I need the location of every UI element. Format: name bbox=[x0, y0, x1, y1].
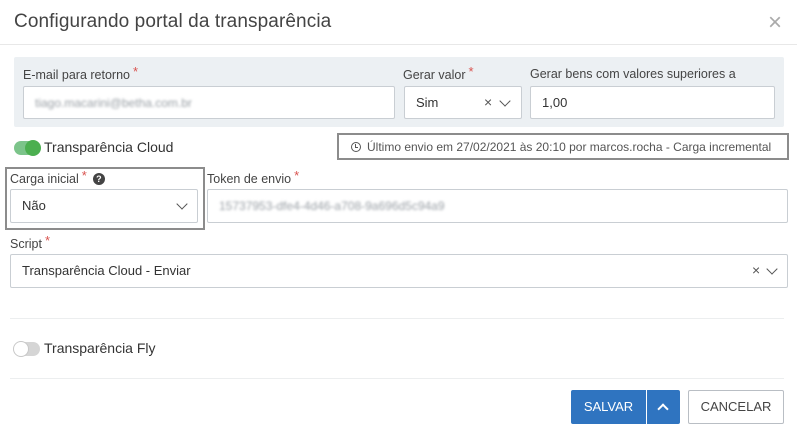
save-button[interactable]: SALVAR bbox=[571, 390, 646, 424]
gerar-valor-label-text: Gerar valor bbox=[403, 68, 466, 82]
footer-divider bbox=[10, 378, 784, 379]
email-field[interactable]: tiago.macarini@betha.com.br bbox=[23, 86, 395, 119]
transparencia-cloud-toggle[interactable] bbox=[14, 140, 41, 156]
carga-inicial-label-text: Carga inicial bbox=[10, 172, 79, 186]
chevron-up-icon bbox=[657, 403, 669, 415]
transparencia-cloud-label: Transparência Cloud bbox=[44, 139, 174, 155]
config-modal: Configurando portal da transparência × E… bbox=[0, 0, 797, 433]
token-value: 15737953-dfe4-4d46-a708-9a696d5c94a9 bbox=[219, 199, 445, 213]
header-divider bbox=[0, 44, 797, 45]
transparencia-fly-label: Transparência Fly bbox=[44, 340, 156, 356]
gerar-bens-value: 1,00 bbox=[542, 95, 568, 110]
required-marker: * bbox=[294, 168, 300, 183]
section-divider bbox=[10, 318, 784, 319]
gerar-valor-label: Gerar valor * bbox=[403, 64, 474, 82]
required-marker: * bbox=[468, 64, 474, 79]
required-marker: * bbox=[133, 64, 139, 79]
gerar-bens-field[interactable]: 1,00 bbox=[530, 86, 775, 119]
email-label: E-mail para retorno * bbox=[23, 64, 139, 82]
gerar-bens-label: Gerar bens com valores superiores a bbox=[530, 67, 736, 81]
gerar-valor-value: Sim bbox=[416, 95, 439, 110]
script-select[interactable]: Transparência Cloud - Enviar bbox=[10, 254, 788, 288]
token-label-text: Token de envio bbox=[207, 172, 292, 186]
close-icon[interactable]: × bbox=[765, 11, 785, 35]
carga-inicial-select[interactable]: Não bbox=[10, 189, 198, 223]
required-marker: * bbox=[44, 233, 51, 248]
clock-icon bbox=[351, 142, 361, 152]
token-field[interactable]: 15737953-dfe4-4d46-a708-9a696d5c94a9 bbox=[207, 189, 788, 223]
toggle-knob bbox=[25, 140, 41, 156]
last-send-text: Último envio em 27/02/2021 às 20:10 por … bbox=[367, 140, 772, 154]
clear-icon[interactable]: × bbox=[484, 94, 492, 110]
last-send-info-box: Último envio em 27/02/2021 às 20:10 por … bbox=[337, 133, 789, 160]
last-send-info: Último envio em 27/02/2021 às 20:10 por … bbox=[351, 140, 771, 154]
clear-icon[interactable]: × bbox=[752, 262, 760, 278]
script-value: Transparência Cloud - Enviar bbox=[22, 263, 191, 278]
script-label: Script * bbox=[10, 233, 51, 251]
transparencia-fly-toggle[interactable] bbox=[13, 341, 40, 357]
carga-inicial-value: Não bbox=[22, 198, 46, 213]
email-value: tiago.macarini@betha.com.br bbox=[35, 96, 192, 110]
email-label-text: E-mail para retorno bbox=[23, 68, 130, 82]
question-circle-icon[interactable]: ? bbox=[92, 173, 105, 185]
modal-title: Configurando portal da transparência bbox=[14, 11, 332, 32]
toggle-knob bbox=[13, 341, 29, 357]
carga-inicial-label: Carga inicial *? bbox=[10, 168, 105, 186]
save-options-button[interactable] bbox=[647, 390, 680, 424]
cancel-button[interactable]: CANCELAR bbox=[688, 390, 784, 424]
script-label-text: Script bbox=[10, 237, 42, 251]
required-marker: * bbox=[81, 168, 87, 183]
token-label: Token de envio * bbox=[207, 168, 300, 186]
